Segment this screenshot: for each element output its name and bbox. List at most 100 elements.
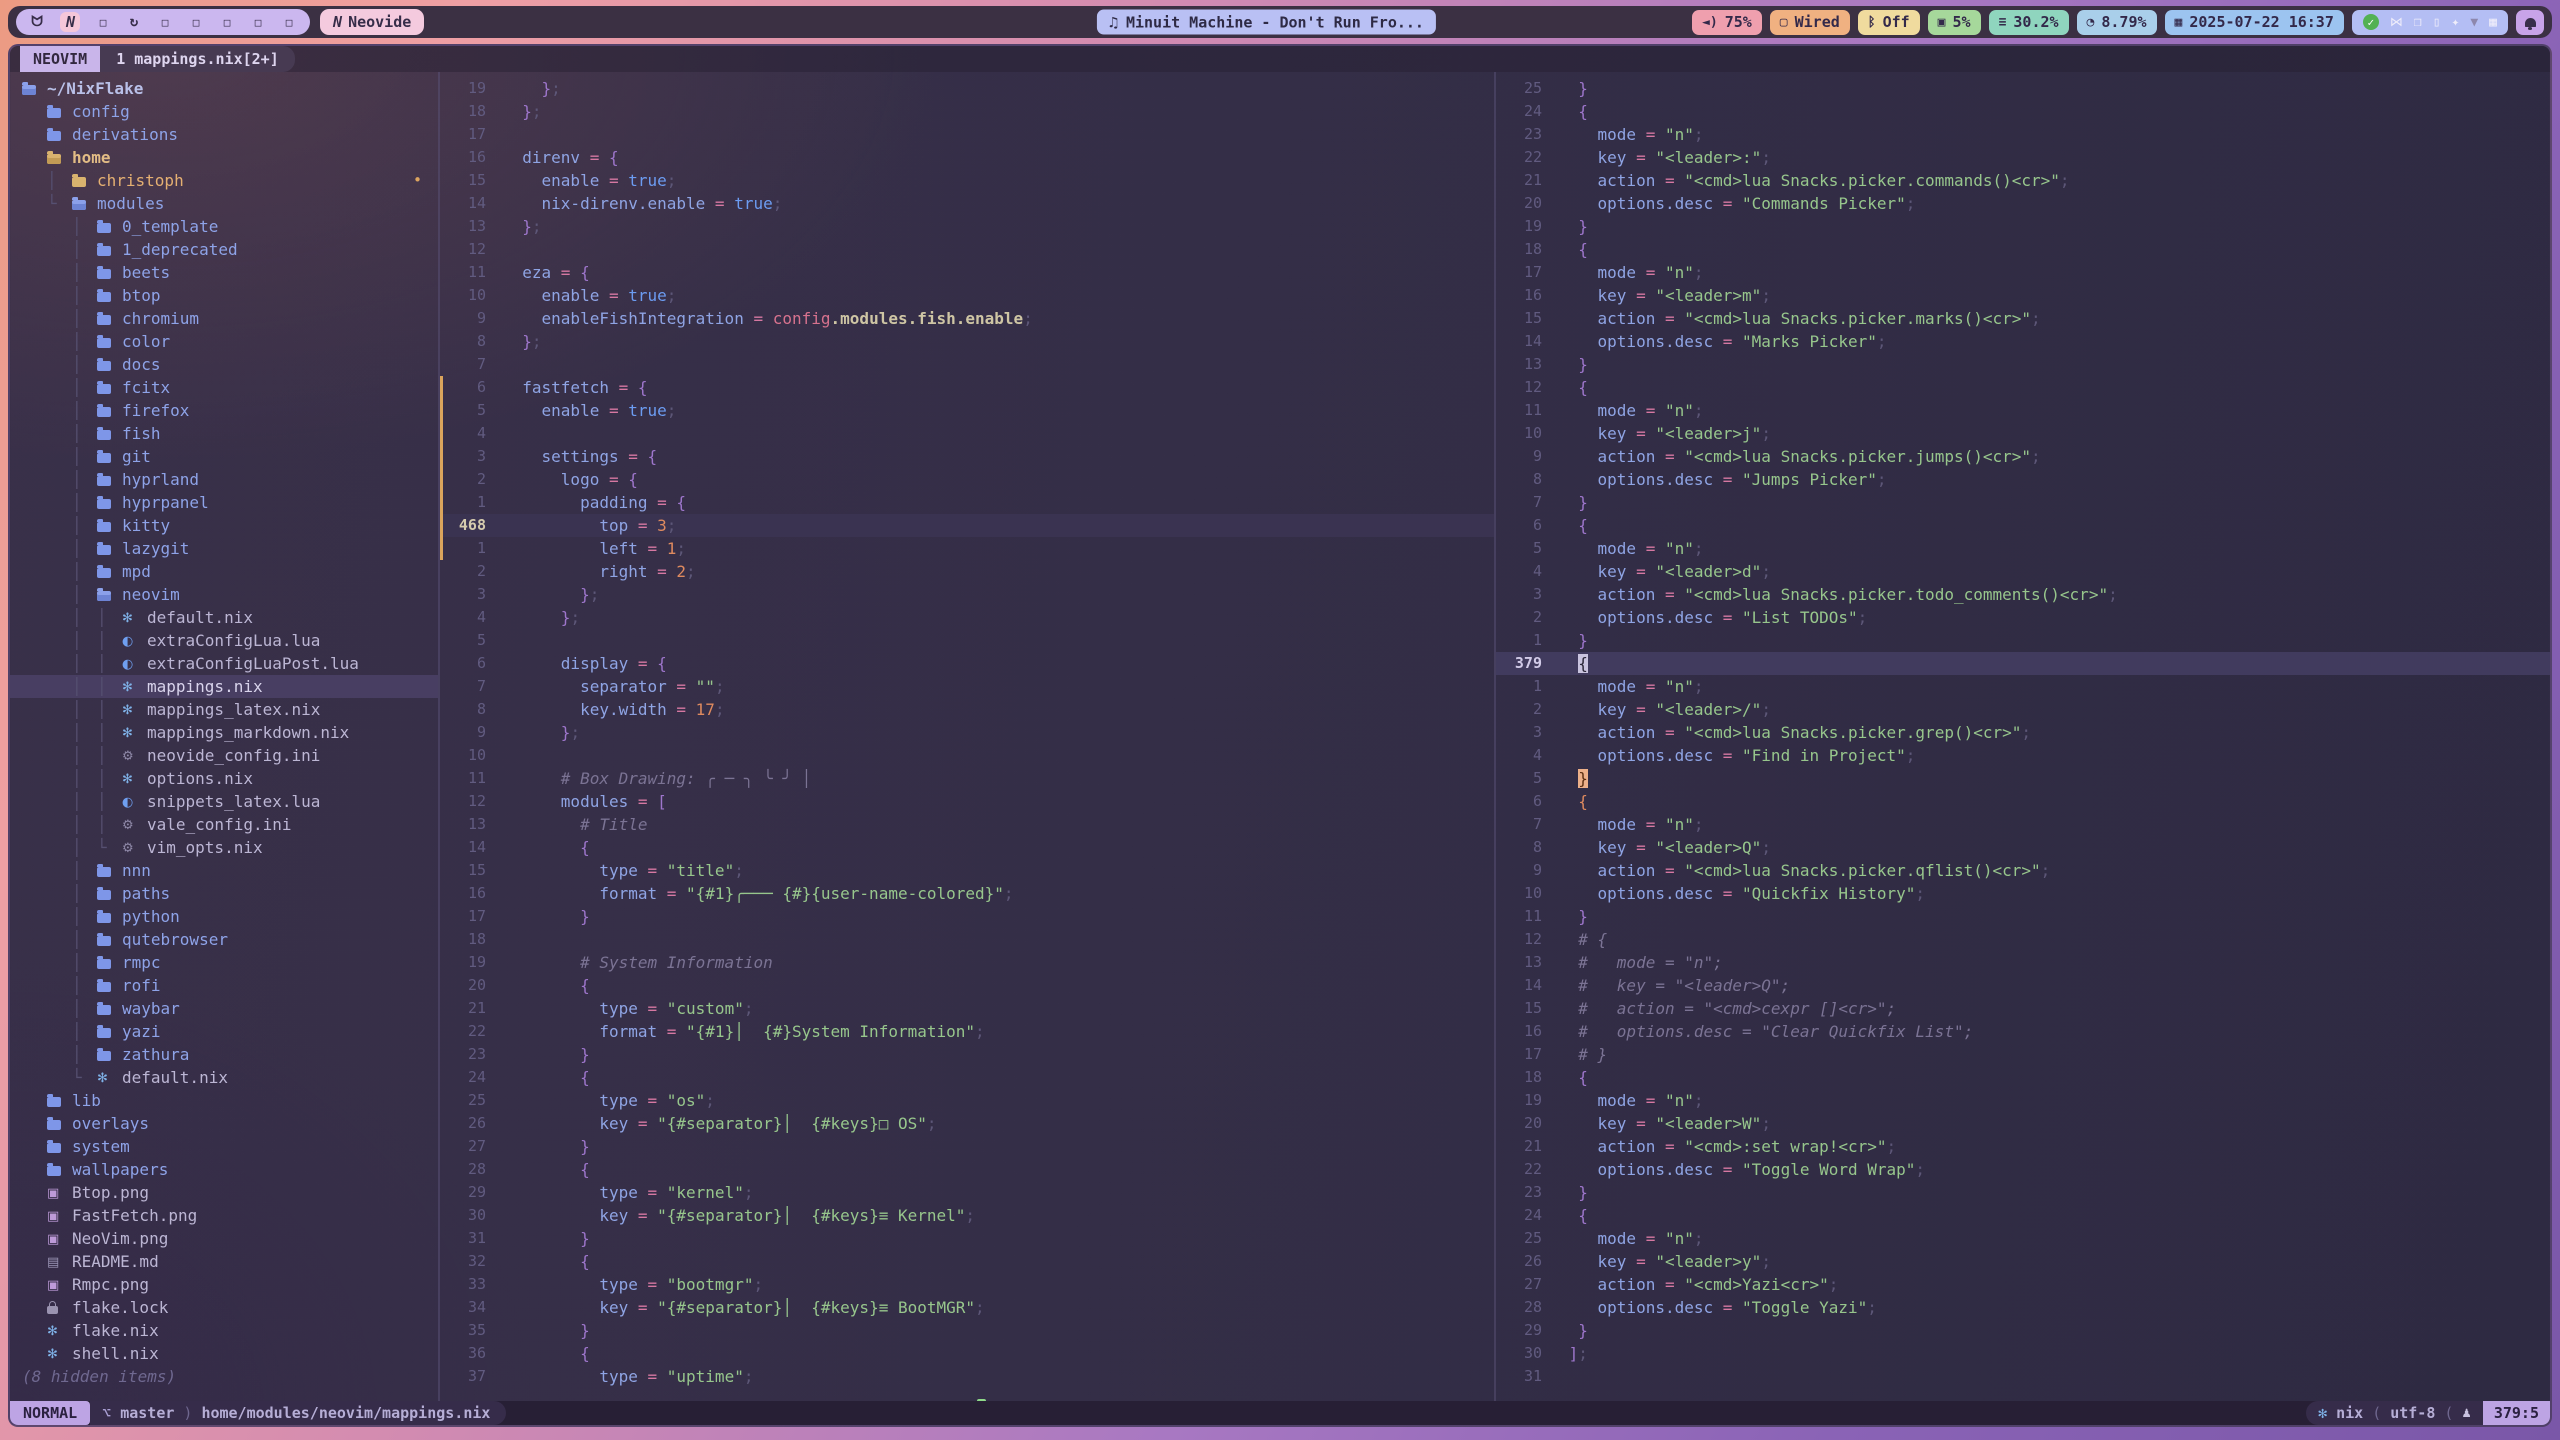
tree-item[interactable]: ▣Btop.png [10,1181,438,1204]
tree-item[interactable]: ││◐snippets_latex.lua [10,790,438,813]
code-line[interactable]: 10 enable = true; [440,284,1494,307]
code-line[interactable]: 2 options.desc = "List TODOs"; [1496,606,2550,629]
tree-item[interactable]: ││◐extraConfigLua.lua [10,629,438,652]
code-line[interactable]: 379 { [1496,652,2550,675]
code-line[interactable]: 33 type = "bootmgr"; [440,1273,1494,1296]
code-line[interactable]: 4 [440,422,1494,445]
tree-item[interactable]: │nnn [10,859,438,882]
code-line[interactable]: 24 { [440,1066,1494,1089]
code-line[interactable]: 5 [440,629,1494,652]
code-line[interactable]: 13 }; [440,215,1494,238]
tree-item[interactable]: ││◐extraConfigLuaPost.lua [10,652,438,675]
neovim-icon[interactable]: N [60,12,80,32]
tree-item[interactable]: wallpapers [10,1158,438,1181]
code-line[interactable]: 13 } [1496,353,2550,376]
code-line[interactable]: 4 }; [440,606,1494,629]
code-line[interactable]: 23 } [1496,1181,2550,1204]
code-line[interactable]: 12 [440,238,1494,261]
code-line[interactable]: 6 { [1496,790,2550,813]
code-line[interactable]: 19 } [1496,215,2550,238]
code-line[interactable]: 32 { [440,1250,1494,1273]
active-window-title[interactable]: N Neovide [320,9,424,35]
check-circle-icon[interactable]: ✓ [2363,14,2379,30]
code-line[interactable]: 19 # System Information [440,951,1494,974]
code-line[interactable]: 14 options.desc = "Marks Picker"; [1496,330,2550,353]
code-line[interactable]: 18 { [1496,238,2550,261]
tree-item[interactable]: │neovim [10,583,438,606]
media-player-widget[interactable]: ♫ Minuit Machine - Don't Run Fro... [1097,10,1436,35]
tree-item[interactable]: │waybar [10,997,438,1020]
code-line[interactable]: 35 } [440,1319,1494,1342]
code-line[interactable]: 8 key = "<leader>Q"; [1496,836,2550,859]
tree-item[interactable]: │fish [10,422,438,445]
code-line[interactable]: 18 }; [440,100,1494,123]
code-line[interactable]: 2 key = "<leader>/"; [1496,698,2550,721]
tree-item[interactable]: │docs [10,353,438,376]
code-line[interactable]: 6 fastfetch = { [440,376,1494,399]
code-line[interactable]: 8 key.width = 17; [440,698,1494,721]
tree-item[interactable]: │git [10,445,438,468]
code-line[interactable]: 13 # Title [440,813,1494,836]
code-line[interactable]: 10 key = "<leader>j"; [1496,422,2550,445]
empty-workspace-icon[interactable]: □ [95,12,111,32]
code-line[interactable]: 7 } [1496,491,2550,514]
empty-workspace-icon[interactable]: □ [188,12,204,32]
code-line[interactable]: 22 options.desc = "Toggle Word Wrap"; [1496,1158,2550,1181]
tree-item[interactable]: │rofi [10,974,438,997]
tree-item[interactable]: │beets [10,261,438,284]
tree-item[interactable]: derivations [10,123,438,146]
code-line[interactable]: 8 }; [440,330,1494,353]
code-line[interactable]: 5 mode = "n"; [1496,537,2550,560]
code-line[interactable]: 17 # } [1496,1043,2550,1066]
tree-item[interactable]: ││⚙vale_config.ini [10,813,438,836]
code-line[interactable]: 5 enable = true; [440,399,1494,422]
code-line[interactable]: 16 format = "{#1}╭─── {#}{user-name-colo… [440,882,1494,905]
code-line[interactable]: 31 [1496,1365,2550,1388]
code-line[interactable]: 19 mode = "n"; [1496,1089,2550,1112]
tree-item[interactable]: config [10,100,438,123]
code-line[interactable]: 12 { [1496,376,2550,399]
code-line[interactable]: 18 { [1496,1066,2550,1089]
code-line[interactable]: 20 key = "<leader>W"; [1496,1112,2550,1135]
tree-item[interactable]: │qutebrowser [10,928,438,951]
tree-item[interactable]: │python [10,905,438,928]
key-icon[interactable]: ✦ [2452,15,2460,30]
code-line[interactable]: 13 # mode = "n"; [1496,951,2550,974]
code-line[interactable]: 6 { [1496,514,2550,537]
code-line[interactable]: 3 settings = { [440,445,1494,468]
keyboard-icon[interactable]: ▦ [2489,15,2497,30]
tree-item[interactable]: │1_deprecated [10,238,438,261]
tree-item[interactable]: home [10,146,438,169]
code-line[interactable]: 7 separator = ""; [440,675,1494,698]
empty-workspace-icon[interactable]: □ [250,12,266,32]
code-line[interactable]: 25 type = "os"; [440,1089,1494,1112]
code-line[interactable]: 22 key = "<leader>:"; [1496,146,2550,169]
tree-item[interactable]: ▣NeoVim.png [10,1227,438,1250]
tree-item[interactable]: │color [10,330,438,353]
code-line[interactable]: 17 } [440,905,1494,928]
tree-item[interactable]: ││⚙neovide_config.ini [10,744,438,767]
tree-item[interactable]: ✻flake.nix [10,1319,438,1342]
code-line[interactable]: 16 # options.desc = "Clear Quickfix List… [1496,1020,2550,1043]
tree-item[interactable]: │rmpc [10,951,438,974]
code-line[interactable]: 17 [440,123,1494,146]
code-line[interactable]: 29 } [1496,1319,2550,1342]
code-line[interactable]: 11 } [1496,905,2550,928]
tree-item[interactable]: │paths [10,882,438,905]
code-line[interactable]: 21 type = "custom"; [440,997,1494,1020]
code-line[interactable]: 23 } [440,1043,1494,1066]
code-line[interactable]: 15 # action = "<cmd>cexpr []<cr>"; [1496,997,2550,1020]
fish-icon[interactable]: ⋈ [2390,15,2403,30]
tree-item[interactable]: │└⚙vim_opts.nix [10,836,438,859]
tree-item[interactable]: │chromium [10,307,438,330]
code-line[interactable]: 14 # key = "<leader>Q"; [1496,974,2550,997]
code-line[interactable]: 25 } [1496,77,2550,100]
code-line[interactable]: 20 { [440,974,1494,997]
code-line[interactable]: 1 mode = "n"; [1496,675,2550,698]
tree-item[interactable]: ││✻options.nix [10,767,438,790]
tree-item[interactable]: │btop [10,284,438,307]
tree-item[interactable]: │lazygit [10,537,438,560]
bluetooth-indicator[interactable]: ᛒOff [1858,10,1920,35]
code-line[interactable]: 9 action = "<cmd>lua Snacks.picker.jumps… [1496,445,2550,468]
tree-item[interactable]: ~/NixFlake [10,77,438,100]
